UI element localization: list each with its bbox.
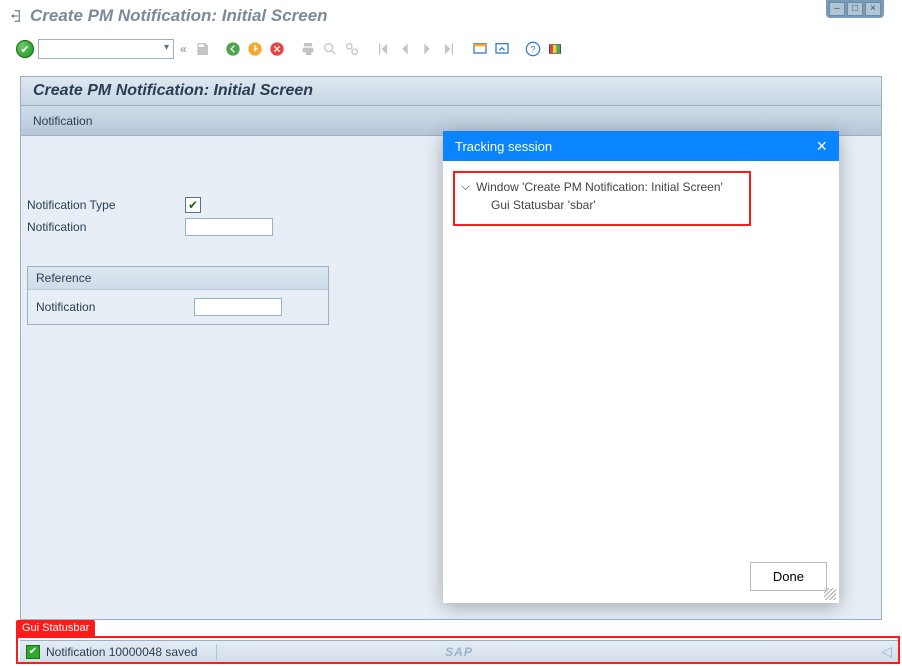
window-title: Create PM Notification: Initial Screen	[30, 6, 328, 26]
popup-footer: Done	[443, 550, 839, 603]
reference-header: Reference	[28, 267, 328, 290]
sap-logo: SAP	[445, 645, 473, 659]
screen-title: Create PM Notification: Initial Screen	[33, 82, 313, 100]
popup-body: ⌵ Window 'Create PM Notification: Initia…	[443, 161, 839, 550]
find-icon	[321, 40, 339, 58]
app-bar-label[interactable]: Notification	[33, 114, 92, 128]
tree-root-item[interactable]: ⌵ Window 'Create PM Notification: Initia…	[461, 177, 743, 196]
status-message: Notification 10000048 saved	[46, 645, 197, 659]
find-next-icon	[343, 40, 361, 58]
last-page-icon	[440, 40, 458, 58]
enter-button[interactable]: ✔	[16, 40, 34, 58]
exit-session-icon[interactable]	[246, 40, 264, 58]
first-page-icon	[374, 40, 392, 58]
svg-text:?: ?	[530, 44, 535, 54]
customize-layout-icon[interactable]	[546, 40, 564, 58]
tracking-session-popup: Tracking session × ⌵ Window 'Create PM N…	[443, 131, 839, 603]
exit-icon	[8, 8, 24, 24]
tree-child-item[interactable]: Gui Statusbar 'sbar'	[461, 196, 743, 214]
window-title-bar: Create PM Notification: Initial Screen	[8, 6, 894, 26]
popup-title: Tracking session	[455, 139, 552, 154]
notif-type-checkbox[interactable]: ✔	[185, 197, 201, 213]
done-button[interactable]: Done	[750, 562, 827, 591]
chevron-down-icon[interactable]: ⌵	[461, 179, 470, 194]
reference-group: Reference Notification	[27, 266, 329, 325]
generate-shortcut-icon[interactable]	[493, 40, 511, 58]
ref-notif-label: Notification	[36, 300, 186, 314]
tree-callout-box: ⌵ Window 'Create PM Notification: Initia…	[453, 171, 751, 226]
next-page-icon	[418, 40, 436, 58]
statusbar-expand-icon[interactable]: ◁	[881, 643, 892, 660]
system-toolbar: ✔ « ?	[16, 36, 886, 62]
callout-gui-statusbar-label: Gui Statusbar	[16, 620, 95, 636]
prev-page-icon	[396, 40, 414, 58]
tree-child-label: Gui Statusbar 'sbar'	[491, 198, 596, 212]
back-icon[interactable]	[224, 40, 242, 58]
sap-gui-window: – □ × Create PM Notification: Initial Sc…	[0, 0, 902, 666]
notif-type-label: Notification Type	[27, 198, 177, 212]
notif-input[interactable]	[185, 218, 273, 236]
gui-statusbar: ✔ Notification 10000048 saved SAP ◁	[20, 640, 898, 662]
status-separator	[216, 644, 217, 660]
popup-close-button[interactable]: ×	[816, 136, 827, 157]
resize-grip-icon[interactable]	[824, 588, 836, 600]
status-success-icon: ✔	[26, 645, 40, 659]
history-chevron-icon[interactable]: «	[180, 42, 187, 56]
help-icon[interactable]: ?	[524, 40, 542, 58]
save-icon	[193, 40, 211, 58]
tree-root-label: Window 'Create PM Notification: Initial …	[476, 180, 723, 194]
new-session-icon[interactable]	[471, 40, 489, 58]
print-icon	[299, 40, 317, 58]
notif-label: Notification	[27, 220, 177, 234]
screen-title-bar: Create PM Notification: Initial Screen	[20, 76, 882, 106]
command-field[interactable]	[38, 39, 174, 59]
ref-notif-input[interactable]	[194, 298, 282, 316]
popup-title-bar: Tracking session ×	[443, 131, 839, 161]
cancel-icon[interactable]	[268, 40, 286, 58]
